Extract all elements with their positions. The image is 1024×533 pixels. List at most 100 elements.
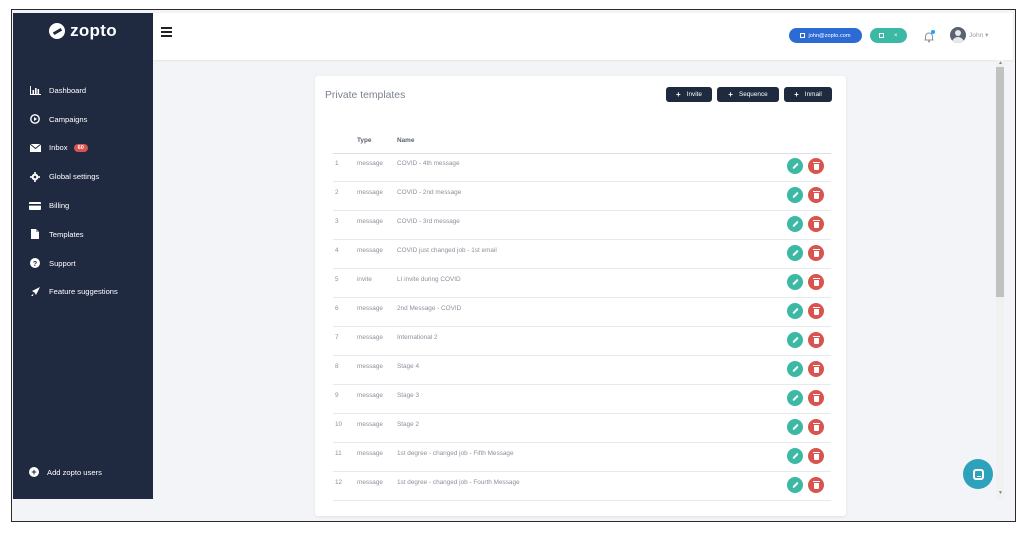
edit-button[interactable] xyxy=(787,419,803,435)
svg-text:?: ? xyxy=(33,261,37,268)
brand-logo[interactable]: zopto xyxy=(13,13,153,49)
user-avatar[interactable] xyxy=(950,27,966,43)
delete-button[interactable] xyxy=(808,158,824,174)
row-number: 11 xyxy=(335,450,342,457)
edit-button[interactable] xyxy=(787,216,803,232)
edit-button[interactable] xyxy=(787,477,803,493)
file-icon xyxy=(29,229,41,240)
trash-icon xyxy=(812,480,820,489)
column-header-type: Type xyxy=(357,137,372,144)
inmail-button[interactable]: + Inmail xyxy=(784,87,832,102)
add-users-label: Add zopto users xyxy=(47,467,102,477)
inbox-count-badge: 60 xyxy=(73,143,88,152)
sidebar-item-label: Templates xyxy=(49,229,84,239)
sidebar-item-global-settings[interactable]: Global settings xyxy=(13,162,153,191)
table-row: 11 message 1st degree - changed job - Fift… xyxy=(333,443,831,472)
row-number: 1 xyxy=(335,160,339,167)
row-type: invite xyxy=(357,276,372,283)
add-zopto-users-button[interactable]: + Add zopto users xyxy=(29,467,102,477)
pencil-icon xyxy=(791,452,799,460)
row-type: message xyxy=(357,218,383,225)
edit-button[interactable] xyxy=(787,448,803,464)
scroll-down-arrow-icon[interactable]: ▼ xyxy=(998,491,1003,496)
sidebar-item-billing[interactable]: Billing xyxy=(13,191,153,220)
trash-icon xyxy=(812,393,820,402)
row-type: message xyxy=(357,392,383,399)
row-name: 2nd Message - COVID xyxy=(397,305,462,312)
row-number: 2 xyxy=(335,189,339,196)
edit-button[interactable] xyxy=(787,274,803,290)
table-row: 7 message International 2 xyxy=(333,327,831,356)
sequence-button[interactable]: + Sequence xyxy=(717,87,779,102)
sidebar-nav: Dashboard Campaigns Inbox 60 Global sett… xyxy=(13,76,153,306)
bar-chart-icon xyxy=(29,85,41,95)
edit-button[interactable] xyxy=(787,158,803,174)
delete-button[interactable] xyxy=(808,187,824,203)
trash-icon xyxy=(812,248,820,257)
row-name: Stage 4 xyxy=(397,363,420,370)
delete-button[interactable] xyxy=(808,419,824,435)
delete-button[interactable] xyxy=(808,303,824,319)
delete-button[interactable] xyxy=(808,477,824,493)
column-header-name: Name xyxy=(397,137,415,144)
user-menu[interactable]: John ▾ xyxy=(969,31,988,39)
table-row: 9 message Stage 3 xyxy=(333,385,831,414)
row-name: 1st degree - changed job - Fourth Messag… xyxy=(397,479,520,486)
sidebar-item-label: Global settings xyxy=(49,172,100,182)
row-name: Stage 2 xyxy=(397,421,420,428)
gear-icon xyxy=(29,171,41,182)
sidebar-item-feature-suggestions[interactable]: Feature suggestions xyxy=(13,278,153,307)
pencil-icon xyxy=(791,481,799,489)
menu-toggle-icon[interactable] xyxy=(161,27,172,37)
edit-button[interactable] xyxy=(787,245,803,261)
delete-button[interactable] xyxy=(808,216,824,232)
pencil-icon xyxy=(791,191,799,199)
trash-icon xyxy=(812,219,820,228)
sidebar-item-label: Inbox xyxy=(49,143,68,153)
envelope-icon xyxy=(29,143,41,153)
page-scrollbar-thumb[interactable] xyxy=(996,67,1004,297)
delete-button[interactable] xyxy=(808,390,824,406)
delete-button[interactable] xyxy=(808,332,824,348)
notifications-bell-icon[interactable] xyxy=(923,30,935,43)
edit-button[interactable] xyxy=(787,187,803,203)
delete-button[interactable] xyxy=(808,448,824,464)
delete-button[interactable] xyxy=(808,245,824,261)
invite-button[interactable]: + Invite xyxy=(666,87,712,102)
row-type: message xyxy=(357,479,383,486)
delete-button[interactable] xyxy=(808,274,824,290)
scroll-up-arrow-icon[interactable]: ▲ xyxy=(998,61,1003,66)
table-row: 8 message Stage 4 xyxy=(333,356,831,385)
row-name: LI invite during COVID xyxy=(397,276,461,283)
sidebar-item-templates[interactable]: Templates xyxy=(13,220,153,249)
sidebar-item-campaigns[interactable]: Campaigns xyxy=(13,105,153,134)
row-number: 8 xyxy=(335,363,339,370)
table-row: 6 message 2nd Message - COVID xyxy=(333,298,831,327)
account-email: john@zopto.com xyxy=(808,32,851,39)
row-number: 12 xyxy=(335,479,343,486)
edit-button[interactable] xyxy=(787,361,803,377)
table-row: 1 message COVID - 4th message xyxy=(333,153,831,182)
square-icon xyxy=(879,33,885,38)
edit-button[interactable] xyxy=(787,390,803,406)
table-row: 4 message COVID just changed job - 1st ema… xyxy=(333,240,831,269)
credit-card-icon xyxy=(29,201,41,211)
trash-icon xyxy=(812,422,820,431)
chat-launcher-button[interactable] xyxy=(963,459,993,489)
edit-button[interactable] xyxy=(787,303,803,319)
sidebar-item-label: Feature suggestions xyxy=(49,287,118,297)
row-type: message xyxy=(357,160,383,167)
row-number: 10 xyxy=(335,421,343,428)
logo-text: zopto xyxy=(70,21,117,40)
delete-button[interactable] xyxy=(808,361,824,377)
status-toggle-pill[interactable]: × xyxy=(870,28,907,43)
pencil-icon xyxy=(791,249,799,257)
row-number: 3 xyxy=(335,218,339,225)
sidebar-item-inbox[interactable]: Inbox 60 xyxy=(13,134,153,163)
sidebar-item-dashboard[interactable]: Dashboard xyxy=(13,76,153,105)
sidebar-item-support[interactable]: ? Support xyxy=(13,249,153,278)
account-email-pill[interactable]: john@zopto.com xyxy=(789,28,862,43)
row-number: 4 xyxy=(335,247,339,254)
edit-button[interactable] xyxy=(787,332,803,348)
trash-icon xyxy=(812,277,820,286)
